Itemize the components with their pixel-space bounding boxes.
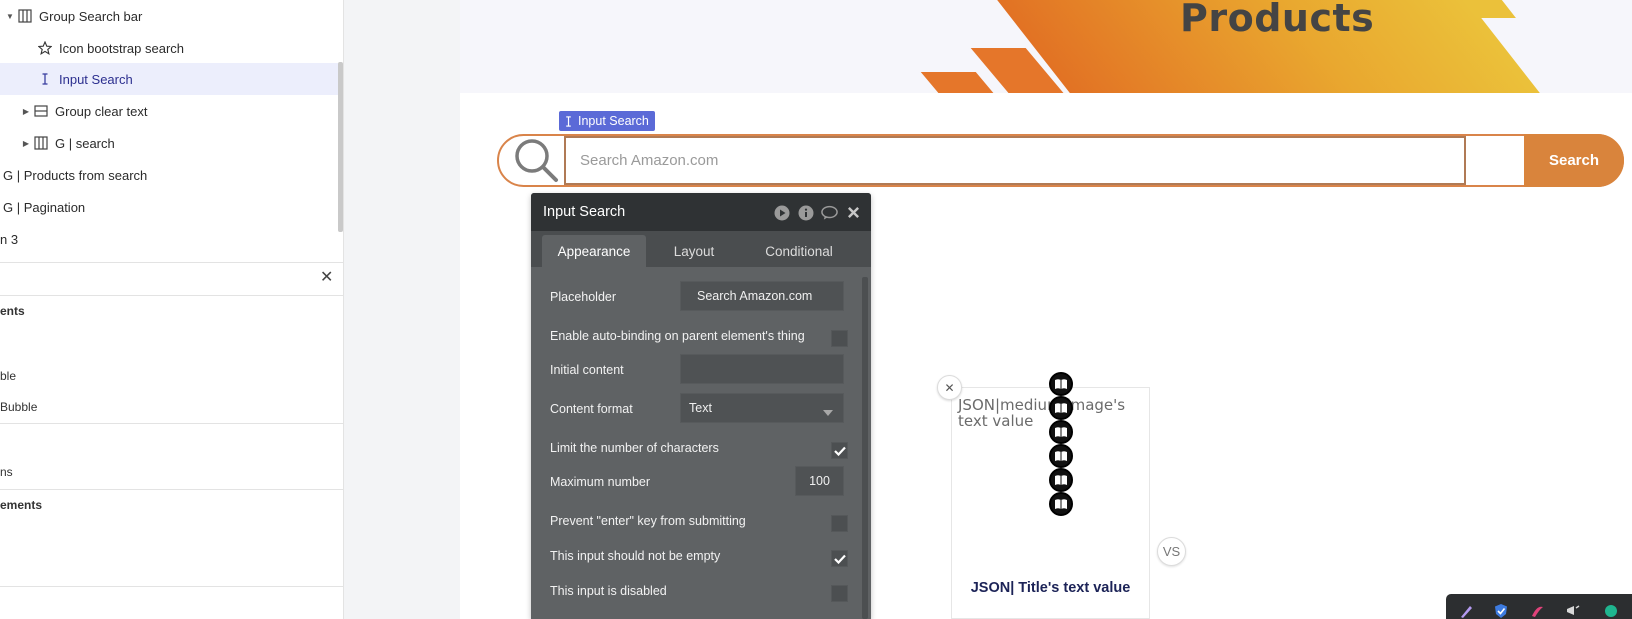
limit-chars-label: Limit the number of characters [550, 441, 719, 455]
property-editor-tabs: Appearance Layout Conditional [531, 231, 871, 267]
chevron-down-icon [823, 405, 833, 419]
book-icon[interactable] [1049, 420, 1073, 444]
property-editor: Input Search Appearance Layout Condition… [531, 193, 871, 619]
tree-item-label: Icon bootstrap search [59, 40, 185, 56]
play-icon[interactable] [773, 204, 790, 221]
info-icon[interactable] [797, 204, 814, 221]
search-icon[interactable] [512, 137, 560, 183]
tree-item-g-search[interactable]: ▶ G | search [0, 127, 338, 159]
element-tree-panel: ▼ Group Search bar Icon bootstrap search… [0, 0, 344, 619]
tree-item-g-products-from-search[interactable]: G | Products from search [0, 159, 338, 191]
divider [0, 586, 344, 587]
content-format-value: Text [689, 401, 712, 415]
floating-toolbar [1446, 594, 1632, 619]
side-item-label[interactable]: Bubble [0, 400, 37, 414]
limit-chars-checkbox[interactable] [831, 442, 848, 459]
search-input[interactable] [564, 136, 1466, 185]
tree-item-group-clear-text[interactable]: ▶ Group clear text [0, 95, 338, 127]
tab-layout[interactable]: Layout [659, 235, 729, 267]
book-icon[interactable] [1049, 372, 1073, 396]
vs-badge[interactable]: VS [1157, 537, 1186, 566]
comment-icon[interactable] [821, 204, 838, 221]
tree-scrollbar[interactable] [338, 62, 343, 232]
product-title: JSON| Title's text value [970, 580, 1131, 596]
columns-icon [32, 135, 50, 151]
text-cursor-icon [36, 71, 54, 87]
side-section-label: ents [0, 304, 25, 318]
tree-item-label: G | Products from search [3, 167, 148, 183]
tab-appearance[interactable]: Appearance [542, 235, 646, 267]
close-icon[interactable] [845, 204, 862, 221]
placeholder-field[interactable]: Search Amazon.com [680, 281, 844, 311]
close-icon[interactable]: ✕ [320, 270, 333, 286]
checkmark-icon [833, 446, 846, 456]
columns-icon [16, 8, 34, 24]
tree-item-label: G | search [55, 135, 115, 151]
megaphone-icon[interactable] [1564, 602, 1582, 619]
auto-binding-label: Enable auto-binding on parent element's … [550, 329, 805, 343]
not-empty-checkbox[interactable] [831, 550, 848, 567]
disabled-checkbox[interactable] [831, 585, 848, 602]
brush-icon[interactable] [1528, 602, 1546, 619]
tree-item-label: G | Pagination [3, 199, 86, 215]
divider [0, 295, 344, 296]
property-editor-scrollbar[interactable] [862, 277, 868, 619]
property-editor-title: Input Search [543, 204, 626, 220]
tree-item-group-search-bar[interactable]: ▼ Group Search bar [0, 0, 338, 32]
close-icon[interactable]: ✕ [937, 375, 962, 400]
tree-item-g-pagination[interactable]: G | Pagination [0, 191, 338, 223]
selected-element-tag-label: Input Search [578, 114, 649, 128]
tree-item-input-search[interactable]: Input Search [0, 63, 338, 95]
tree-item-label: Group Search bar [39, 8, 143, 24]
star-icon [36, 40, 54, 56]
pen-icon[interactable] [1458, 602, 1476, 619]
tree-item-n3[interactable]: n 3 [0, 223, 338, 255]
hero-banner [460, 0, 1632, 93]
prevent-enter-label: Prevent "enter" key from submitting [550, 514, 746, 528]
property-editor-header[interactable]: Input Search [531, 193, 871, 231]
divider [0, 262, 344, 263]
hero-stripe [920, 72, 995, 93]
rows-icon [32, 103, 50, 119]
tree-item-label: Input Search [59, 71, 133, 87]
book-icon[interactable] [1049, 444, 1073, 468]
selected-element-tag: Input Search [559, 111, 655, 131]
caret-right-icon[interactable]: ▶ [20, 137, 32, 149]
max-number-field[interactable]: 100 [795, 466, 844, 496]
book-icon[interactable] [1049, 492, 1073, 516]
divider [0, 489, 344, 490]
initial-content-field[interactable] [680, 354, 844, 384]
status-dot-icon[interactable] [1602, 602, 1620, 619]
tree-item-label: Group clear text [55, 103, 148, 119]
text-cursor-icon [563, 115, 574, 127]
prevent-enter-checkbox[interactable] [831, 515, 848, 532]
caret-down-icon[interactable]: ▼ [4, 10, 16, 22]
tab-conditional[interactable]: Conditional [744, 235, 854, 267]
divider [0, 423, 344, 424]
side-item-label[interactable]: ns [0, 465, 13, 479]
side-section-label: ements [0, 498, 43, 512]
checkmark-icon [833, 554, 846, 564]
book-icon[interactable] [1049, 468, 1073, 492]
disabled-label: This input is disabled [550, 584, 667, 598]
content-format-select[interactable]: Text [680, 393, 844, 423]
tree-item-icon-bootstrap-search[interactable]: Icon bootstrap search [0, 32, 338, 64]
side-item-label[interactable]: ble [0, 369, 16, 383]
product-image-placeholder: JSON|medium image's text value [958, 396, 1126, 430]
search-button[interactable]: Search [1524, 134, 1624, 187]
not-empty-label: This input should not be empty [550, 549, 721, 563]
shield-icon[interactable] [1492, 602, 1510, 619]
auto-binding-checkbox[interactable] [831, 330, 848, 347]
app-root: ▼ Group Search bar Icon bootstrap search… [0, 0, 1632, 619]
tree-item-label: n 3 [0, 231, 19, 247]
book-icon[interactable] [1049, 396, 1073, 420]
caret-right-icon[interactable]: ▶ [20, 105, 32, 117]
page-title: Products [1180, 0, 1375, 40]
